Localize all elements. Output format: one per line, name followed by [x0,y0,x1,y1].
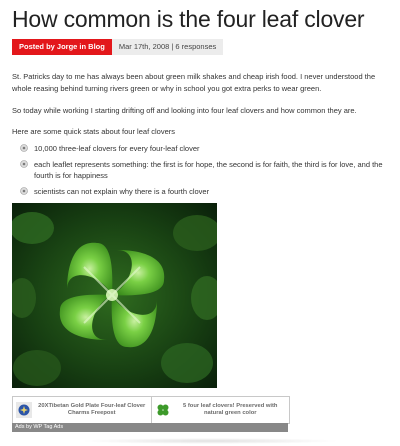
ad-footer[interactable]: Ads by WP Tag Ads [12,423,288,432]
ad-text[interactable]: 5 four leaf clovers! Preserved with natu… [175,403,287,417]
post-title[interactable]: How common is the four leaf clover [12,6,365,33]
post-meta: Posted by Jorge in Blog Mar 17th, 2008 |… [12,39,224,55]
four-leaf-clover-photo [12,203,217,388]
list-item: 10,000 three-leaf clovers for every four… [20,143,390,155]
clover-illustration [12,203,217,388]
second-paragraph: So today while working I starting drifti… [12,106,357,115]
ad-text[interactable]: 20XTibetan Gold Plate Four-leaf Clover C… [36,403,148,417]
ad-box: 20XTibetan Gold Plate Four-leaf Clover C… [12,396,290,424]
list-item: scientists can not explain why there is … [20,186,390,198]
list-item-text: 10,000 three-leaf clovers for every four… [34,144,200,153]
ad-item[interactable]: 5 four leaf clovers! Preserved with natu… [150,397,290,423]
list-item-text: each leaflet represents something: the f… [34,159,383,181]
stats-list: 10,000 three-leaf clovers for every four… [20,143,390,201]
bullet-icon [20,186,28,195]
list-item: each leaflet represents something: the f… [20,159,390,182]
bullet-icon [20,144,28,152]
bullet-icon [20,159,28,168]
list-item-text: scientists can not explain why there is … [34,186,210,196]
content-shadow [80,438,340,444]
clover-thumbnail-icon [154,402,171,418]
stats-intro-paragraph: Here are some quick stats about four lea… [12,127,175,136]
post-date: Mar 17th, 2008 | 6 responses [111,39,224,55]
charm-thumbnail-icon [16,402,32,418]
author-badge[interactable]: Posted by Jorge in Blog [12,39,112,55]
intro-paragraph: St. Patricks day to me has always been a… [12,72,376,93]
ad-item[interactable]: 20XTibetan Gold Plate Four-leaf Clover C… [13,397,151,423]
